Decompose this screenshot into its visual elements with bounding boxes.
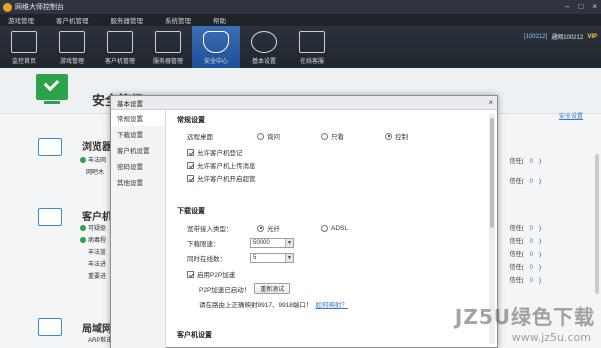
main-toolbar: 监控首页 游戏管理 客户机管理 服务器管理 安全中心 基本设置 在线客服 (0, 26, 601, 68)
toolbar-server-manage[interactable]: 服务器管理 (144, 26, 192, 68)
download-speed-select[interactable]: 50000 ▼ (250, 238, 294, 248)
menu-game[interactable]: 游戏管理 (8, 15, 34, 25)
shield-icon (80, 224, 86, 231)
port-hint: 请在路由上正确映射9917、9918端口！ (199, 302, 313, 309)
trust-counter: 信任(0) (509, 226, 541, 232)
client-settings-heading: 客户机设置 (177, 332, 212, 339)
security-check-icon (36, 74, 68, 100)
menu-help[interactable]: 帮助 (213, 15, 226, 25)
settings-nav: 常规设置 下载设置 客户机设置 密码设置 其他设置 (111, 110, 166, 348)
how-to-map-link[interactable]: 如何映射？ (315, 299, 348, 309)
account-id[interactable]: [100212] (524, 34, 547, 40)
account-info: [100212] 通网100212 VIP (524, 32, 597, 42)
retest-button[interactable]: 重新测试 (254, 283, 291, 294)
radio-icon (321, 224, 328, 232)
port-hint-row: 请在路由上正确映射9917、9918端口！ 如何映射？ (199, 299, 348, 309)
checkbox-checked-icon (187, 174, 194, 182)
radio-icon (321, 132, 328, 140)
toolbar-client-manage[interactable]: 客户机管理 (96, 26, 144, 68)
download-heading: 下载设置 (177, 208, 205, 215)
nav-other[interactable]: 其他设置 (111, 174, 165, 190)
watermark-url: www.jz5u.com (511, 331, 591, 344)
radio-selected-icon (385, 132, 392, 140)
network-icon (38, 318, 62, 336)
security-settings-link[interactable]: 安全设置 (559, 111, 583, 120)
monitor-stand (44, 101, 60, 104)
checkbox-checked-icon (187, 161, 194, 169)
shield-icon (80, 156, 86, 163)
p2p-checkbox[interactable]: 启用P2P加速 (187, 269, 235, 279)
menu-server[interactable]: 服务器管理 (111, 15, 144, 25)
app-logo-icon (3, 2, 12, 12)
toolbar-game-manage[interactable]: 游戏管理 (48, 26, 96, 68)
bandwidth-fiber-option[interactable]: 光纤 (257, 223, 321, 233)
general-heading: 常规设置 (177, 117, 205, 124)
menu-bar: 游戏管理 客户机管理 服务器管理 系统管理 帮助 (0, 14, 601, 26)
threads-select[interactable]: 5 ▼ (250, 253, 294, 263)
download-speed-row: 下载限速： 50000 ▼ (187, 238, 294, 248)
toolbar-security-center[interactable]: 安全中心 (192, 26, 240, 68)
minimize-icon[interactable]: – (565, 2, 569, 11)
remote-option-view[interactable]: 只看 (321, 131, 385, 141)
checkbox-checked-icon (187, 148, 194, 156)
nav-client[interactable]: 客户机设置 (111, 142, 165, 158)
nav-download[interactable]: 下载设置 (111, 126, 165, 142)
server-icon (155, 31, 181, 53)
settings-content: 常规设置 远程桌面 询问 只看 控制 允许客户机登记 允许客户机上传消息 允许客… (167, 110, 485, 348)
close-window-icon[interactable]: × (592, 2, 597, 11)
p2p-status: P2P加速已启动！ (199, 286, 251, 294)
window-controls: – □ × (565, 2, 597, 11)
bandwidth-adsl-option[interactable]: ADSL (321, 224, 348, 232)
app-title: 网维大师控制台 (15, 4, 64, 11)
gear-icon (251, 31, 277, 53)
trust-counter: 信任(0) (509, 179, 541, 185)
trust-counter: 信任(0) (509, 159, 541, 165)
dialog-title-bar[interactable]: 基本设置 × (111, 96, 497, 110)
chevron-down-icon: ▼ (285, 239, 293, 247)
dialog-close-icon[interactable]: × (488, 98, 493, 107)
trust-counter: 信任(0) (509, 265, 541, 271)
chevron-down-icon: ▼ (285, 254, 293, 262)
shield-icon (80, 236, 86, 243)
menu-client[interactable]: 客户机管理 (56, 15, 89, 25)
dialog-title: 基本设置 (117, 100, 143, 108)
chat-icon (299, 31, 325, 53)
trust-counter: 信任(0) (509, 239, 541, 245)
scroll-thumb[interactable] (490, 118, 494, 228)
trust-counter: 信任(0) (509, 252, 541, 258)
browser-icon (38, 138, 62, 156)
menu-system[interactable]: 系统管理 (165, 15, 191, 25)
allow-client-register-checkbox[interactable]: 允许客户机登记 (187, 147, 243, 157)
threads-row: 同时在线数： 5 ▼ (187, 253, 294, 263)
radio-selected-icon (257, 224, 264, 232)
nav-password[interactable]: 密码设置 (111, 158, 165, 174)
maximize-icon[interactable]: □ (578, 2, 583, 11)
nav-general[interactable]: 常规设置 (111, 110, 165, 126)
vip-badge: VIP (587, 33, 597, 40)
bandwidth-type-row: 宽带接入类型： 光纤 ADSL (187, 223, 348, 233)
tools-icon (107, 31, 133, 53)
page-scrollbar[interactable] (595, 154, 599, 294)
client-icon (38, 208, 62, 226)
radio-icon (257, 132, 264, 140)
allow-client-upload-checkbox[interactable]: 允许客户机上传消息 (187, 160, 256, 170)
remote-desktop-row: 远程桌面 询问 只看 控制 (187, 131, 408, 141)
title-bar: 网维大师控制台 – □ × (0, 0, 601, 14)
remote-option-control[interactable]: 控制 (385, 131, 408, 141)
remote-option-ask[interactable]: 询问 (257, 131, 321, 141)
p2p-status-row: P2P加速已启动！ 重新测试 (199, 283, 291, 294)
monitor-chart-icon (11, 31, 37, 53)
trust-counter: 信任(0) (509, 278, 541, 284)
allow-client-admin-checkbox[interactable]: 允许客户机开启超管 (187, 173, 256, 183)
toolbar-monitor-home[interactable]: 监控首页 (0, 26, 48, 68)
toolbar-basic-settings[interactable]: 基本设置 (240, 26, 288, 68)
toolbar-online-support[interactable]: 在线客服 (288, 26, 336, 68)
watermark: JZ5U绿色下载 (454, 305, 595, 329)
shield-lightning-icon (203, 31, 229, 53)
user-name: 通网100212 (551, 35, 584, 41)
basic-settings-dialog: 基本设置 × 常规设置 下载设置 客户机设置 密码设置 其他设置 常规设置 远程… (110, 95, 498, 348)
checkbox-checked-icon (187, 270, 194, 278)
gamepad-icon (59, 31, 85, 53)
